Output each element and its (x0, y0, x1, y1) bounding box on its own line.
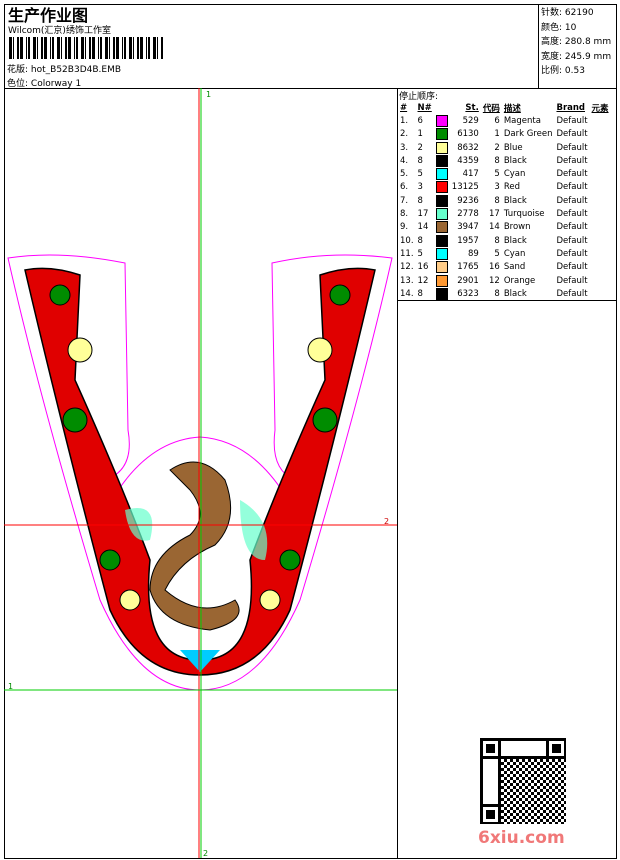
watermark: 6xiu.com (478, 828, 565, 848)
guide-label-left: 1 (8, 682, 13, 691)
guide-label-bottom: 2 (203, 849, 208, 858)
dragon (149, 461, 240, 631)
qr-code (480, 738, 566, 824)
design-preview: 1 2 1 2 (4, 88, 397, 858)
guide-label-top: 1 (206, 90, 211, 99)
guide-label-right: 2 (384, 517, 389, 526)
production-worksheet: 生产作业图 Wilcom(汇京)绣饰工作室 花版: hot_B52B3D4B.E… (0, 0, 620, 860)
